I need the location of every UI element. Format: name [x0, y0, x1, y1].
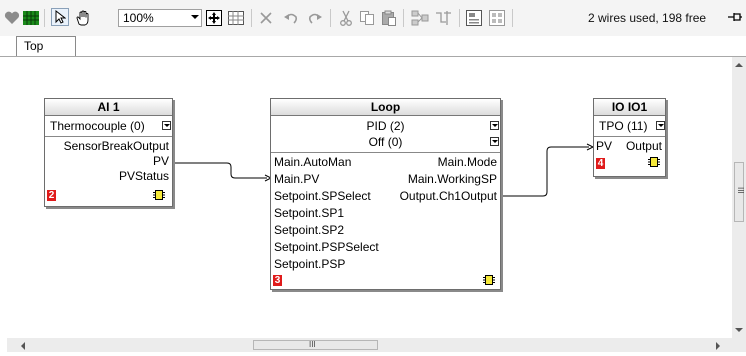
tab-top[interactable]: Top [16, 36, 76, 56]
execution-chip-icon [153, 190, 165, 200]
horizontal-scrollbar[interactable]: III [7, 338, 732, 352]
block-ai1[interactable]: AI 1 Thermocouple (0) SensorBreakOutput … [44, 98, 173, 207]
pin-icon[interactable] [727, 10, 743, 24]
block-io1-exec-order: 4 [596, 158, 605, 169]
scrollbar-corner [732, 338, 746, 352]
block-loop-param-3[interactable]: Setpoint.SP1 [274, 206, 344, 220]
align-blocks-icon[interactable] [410, 9, 430, 27]
diagram-canvas[interactable]: AI 1 Thermocouple (0) SensorBreakOutput … [7, 57, 732, 338]
wire-ai1-pv-to-loop-main-pv[interactable] [172, 162, 267, 179]
scroll-grip: III [309, 340, 316, 349]
block-io1-input-pv[interactable]: PV [596, 139, 612, 153]
delete-x-icon[interactable] [258, 9, 274, 27]
fit-all-icon[interactable] [205, 9, 223, 27]
block-loop-output-2[interactable]: Output.Ch1Output [400, 189, 497, 203]
pan-hand-icon[interactable] [73, 9, 93, 27]
block-loop-param-4[interactable]: Setpoint.SP2 [274, 223, 344, 237]
block-loop-param-0[interactable]: Main.AutoMan [274, 155, 351, 169]
block-loop-param-5[interactable]: Setpoint.PSPSelect [274, 240, 379, 254]
toolbar-separator [330, 9, 331, 27]
block-loop-state-dropdown[interactable] [490, 137, 499, 146]
block-ai1-output-2[interactable]: PVStatus [119, 169, 169, 183]
block-loop[interactable]: Loop PID (2) Off (0) Main.AutoMan Main.P… [270, 98, 501, 290]
block-io1-mode-dropdown[interactable] [656, 121, 665, 130]
scroll-up-icon[interactable] [735, 62, 743, 68]
toolbar-separator [459, 9, 460, 27]
grid-block-icon[interactable] [22, 9, 40, 27]
block-io1[interactable]: IO IO1 TPO (11) PV Output 4 [593, 98, 666, 177]
vertical-scroll-thumb[interactable]: III [734, 162, 745, 222]
scroll-down-icon[interactable] [735, 327, 743, 333]
block-loop-output-0[interactable]: Main.Mode [438, 155, 497, 169]
horizontal-scroll-thumb[interactable]: III [253, 340, 378, 350]
block-ai1-output-1[interactable]: PV [153, 154, 169, 168]
block-loop-type-dropdown[interactable] [490, 121, 499, 130]
copy-icon[interactable] [358, 9, 376, 27]
scroll-left-icon[interactable] [20, 342, 26, 350]
paste-icon[interactable] [380, 9, 398, 27]
toolbar-separator [403, 9, 404, 27]
chevron-down-icon [191, 15, 199, 19]
block-ai1-mode-dropdown[interactable] [162, 121, 171, 130]
tab-top-label: Top [24, 39, 44, 53]
block-divider [45, 136, 172, 137]
scroll-grip: III [736, 187, 745, 194]
block-loop-state[interactable]: Off (0) [271, 135, 500, 149]
toolbar-separator [44, 9, 45, 27]
tab-bar: Top [0, 36, 746, 57]
execution-chip-icon [483, 275, 495, 285]
heart-icon[interactable] [4, 9, 20, 27]
route-wires-icon[interactable] [434, 9, 454, 27]
zoom-value: 100% [123, 11, 154, 25]
properties-icon[interactable] [465, 9, 483, 27]
block-loop-param-1[interactable]: Main.PV [274, 172, 319, 186]
vertical-scrollbar[interactable]: III [732, 57, 746, 340]
block-loop-type[interactable]: PID (2) [271, 119, 500, 133]
scroll-right-icon[interactable] [715, 342, 721, 350]
cut-scissors-icon[interactable] [338, 9, 354, 27]
block-divider [594, 136, 665, 137]
redo-icon[interactable] [306, 9, 324, 27]
undo-icon[interactable] [282, 9, 300, 27]
wire-loop-output-to-io1-pv[interactable] [500, 146, 589, 197]
toolbar-separator [512, 9, 513, 27]
block-ai1-output-0[interactable]: SensorBreakOutput [64, 139, 169, 153]
monitor-icon[interactable] [488, 9, 506, 27]
block-loop-title[interactable]: Loop [271, 99, 500, 116]
zoom-select[interactable]: 100% [118, 9, 202, 27]
block-loop-output-1[interactable]: Main.WorkingSP [408, 172, 497, 186]
block-ai1-mode[interactable]: Thermocouple (0) [50, 119, 145, 133]
block-ai1-title[interactable]: AI 1 [45, 99, 172, 116]
block-loop-param-2[interactable]: Setpoint.SPSelect [274, 189, 371, 203]
block-loop-exec-order: 3 [273, 275, 282, 286]
block-loop-param-6[interactable]: Setpoint.PSP [274, 257, 345, 271]
wire-status-text: 2 wires used, 198 free [588, 11, 707, 25]
execution-chip-icon [648, 157, 660, 167]
select-pointer-icon[interactable] [51, 8, 69, 26]
block-divider [271, 152, 500, 153]
block-io1-title[interactable]: IO IO1 [594, 99, 665, 116]
grid-toggle-icon[interactable] [227, 9, 245, 27]
block-io1-mode[interactable]: TPO (11) [599, 119, 647, 133]
toolbar: 100% 2 wires used, 198 free [0, 0, 746, 36]
toolbar-separator [251, 9, 252, 27]
block-io1-output[interactable]: Output [626, 139, 662, 153]
block-ai1-exec-order: 2 [47, 190, 56, 201]
